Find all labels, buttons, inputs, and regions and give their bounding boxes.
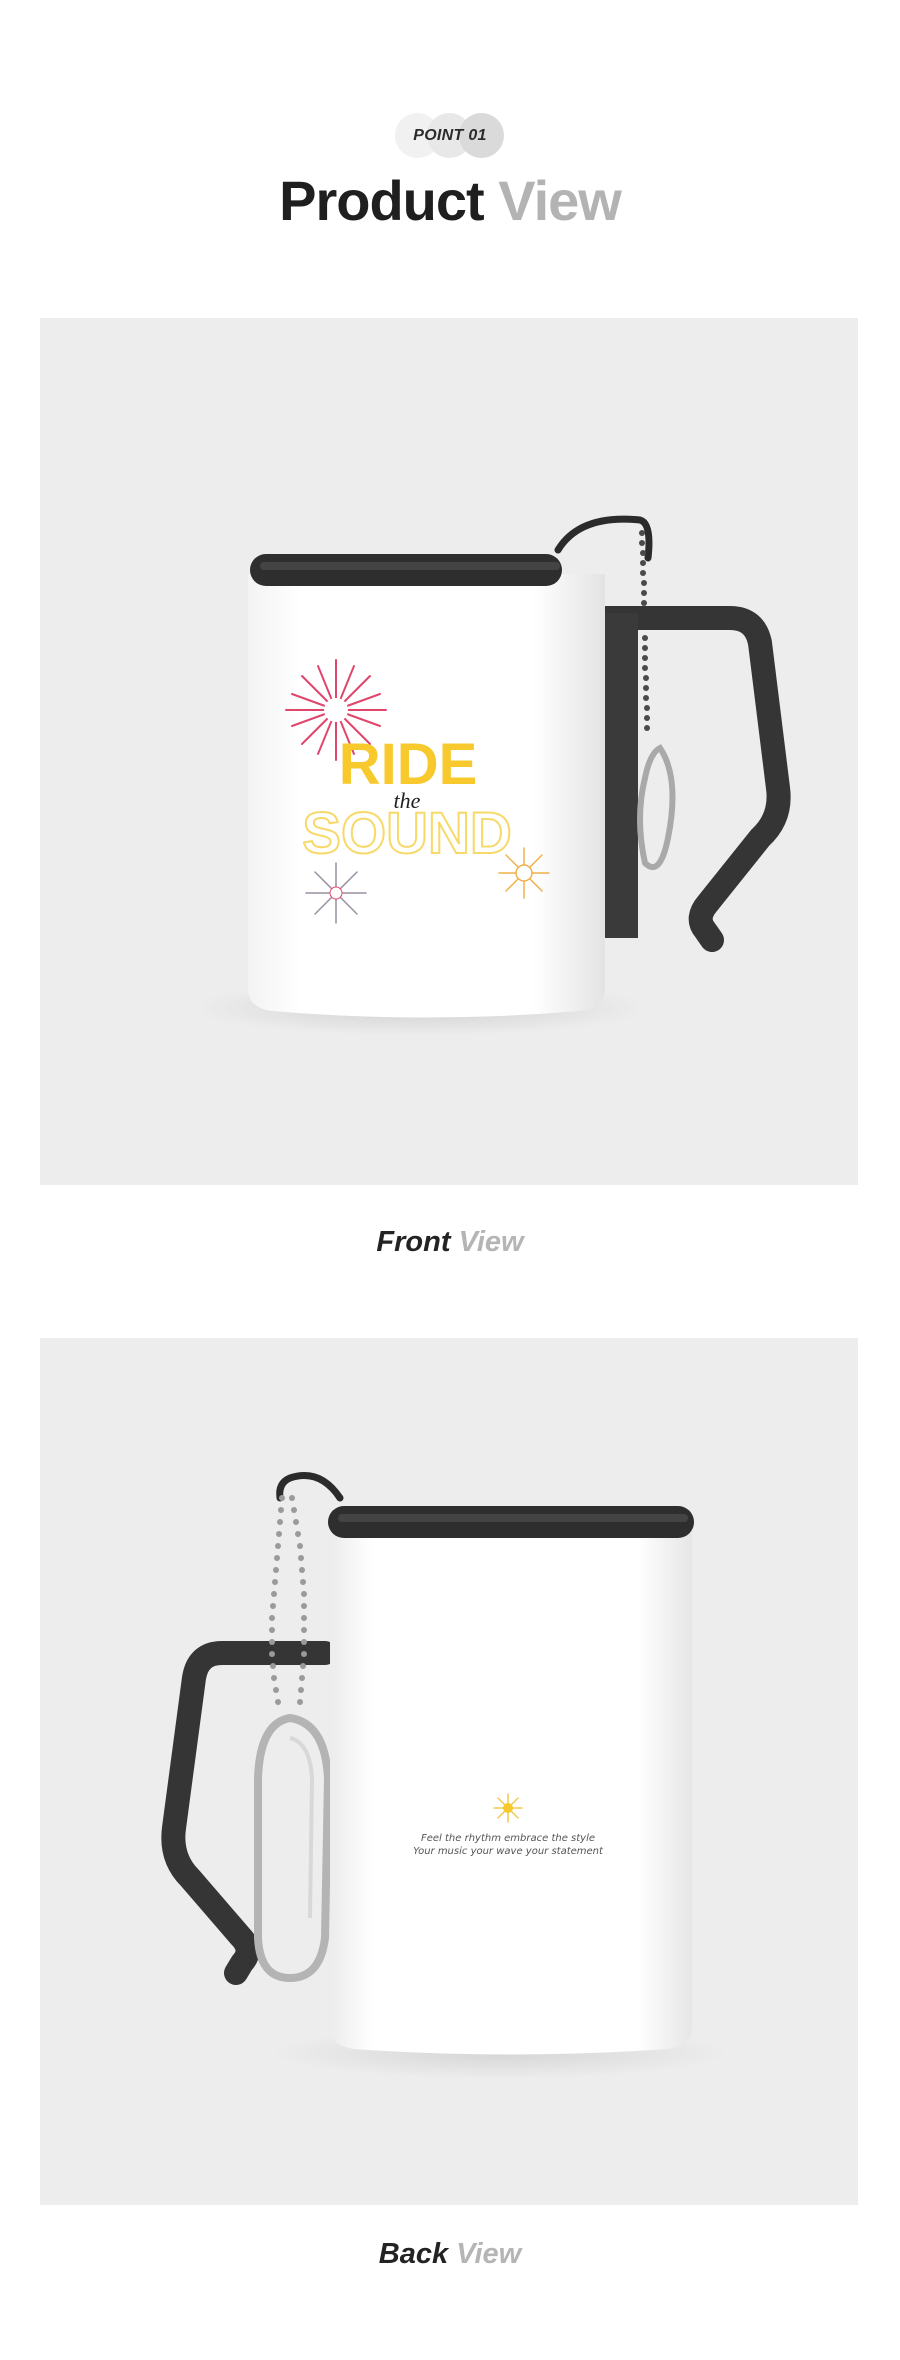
- back-print-line-2: Your music your wave your statement: [413, 1846, 604, 1857]
- caption-accent: View: [456, 2238, 522, 2270]
- title-accent: View: [498, 169, 622, 232]
- back-print-line-1: Feel the rhythm embrace the style: [421, 1833, 595, 1844]
- ball-chain: [269, 1495, 307, 1705]
- lid-highlight: [338, 1514, 688, 1522]
- front-view-photo: RIDE the SOUND: [40, 318, 858, 1185]
- point-badge: POINT 01: [395, 113, 505, 158]
- front-mug-illustration: RIDE the SOUND: [190, 515, 791, 1036]
- caption-main: Back: [378, 2238, 449, 2270]
- print-line-sound: SOUND: [302, 801, 511, 866]
- caption-accent: View: [458, 1226, 524, 1258]
- section-header: POINT 01 Product View: [0, 0, 900, 300]
- title-main: Product: [279, 169, 485, 232]
- back-view-photo: Feel the rhythm embrace the style Your m…: [40, 1338, 858, 2205]
- firework-yellow-center: [515, 864, 533, 882]
- front-view-caption: Front View: [0, 1226, 900, 1259]
- carabiner: [637, 744, 676, 871]
- sun-center: [503, 1803, 513, 1813]
- badge-label: POINT 01: [413, 127, 487, 144]
- back-view-caption: Back View: [0, 2238, 900, 2271]
- caption-main: Front: [376, 1226, 451, 1258]
- lid-highlight: [260, 562, 560, 570]
- back-mug-illustration: Feel the rhythm embrace the style Your m…: [161, 1472, 730, 2079]
- firework-center: [324, 698, 348, 722]
- page-title: Product View: [0, 168, 900, 233]
- mug-body: [330, 1528, 692, 2055]
- carabiner: [254, 1713, 333, 1983]
- cable-loop: [554, 515, 653, 562]
- cable-loop: [276, 1472, 344, 1502]
- firework-grey-center: [329, 886, 343, 900]
- carabiner-gate: [289, 1736, 315, 1919]
